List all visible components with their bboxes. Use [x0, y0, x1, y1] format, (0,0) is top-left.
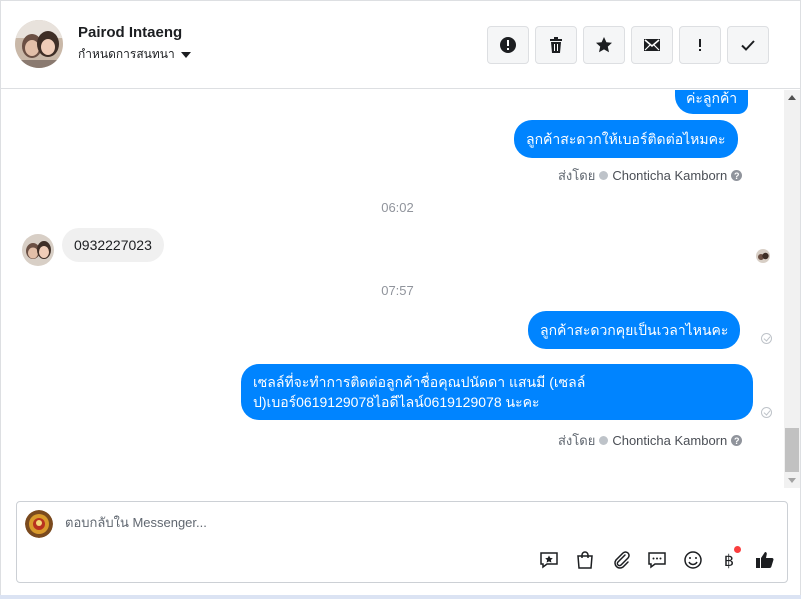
page-avatar: [25, 510, 53, 538]
conversation-actions-toolbar: [487, 26, 769, 64]
chat-bubble-icon: [648, 552, 666, 569]
chat-template-button[interactable]: [645, 548, 669, 572]
saved-reply-button[interactable]: [537, 548, 561, 572]
message-line: ป)เบอร์0619129078ไอดีไลน์0619129078 นะคะ: [253, 394, 540, 410]
contact-avatar-small[interactable]: [22, 234, 54, 266]
emoji-button[interactable]: [681, 548, 705, 572]
sent-by-label: ส่งโดย Chonticha Kamborn ?: [558, 430, 743, 451]
caret-down-icon: [180, 51, 191, 58]
assign-conversation-dropdown[interactable]: กำหนดการสนทนา: [78, 45, 191, 64]
follow-up-button[interactable]: [679, 26, 721, 64]
assign-label: กำหนดการสนทนา: [78, 47, 175, 61]
star-icon: [596, 37, 612, 53]
message-line: เซลล์ที่จะทำการติดต่อลูกค้าชื่อคุณปนัดดา…: [253, 374, 586, 390]
delivered-check-icon: [761, 407, 772, 418]
attach-file-button[interactable]: [609, 548, 633, 572]
sent-check-icon: [599, 436, 609, 445]
timestamp-divider: 06:02: [381, 200, 414, 215]
star-button[interactable]: [583, 26, 625, 64]
exclamation-icon: [699, 39, 701, 51]
emoji-icon: [684, 551, 702, 569]
scrollbar-thumb[interactable]: [785, 428, 799, 472]
scroll-up-arrow-icon[interactable]: [788, 95, 796, 100]
message-bubble-incoming[interactable]: 0932227023: [62, 228, 164, 262]
thread-scrollbar[interactable]: [784, 90, 800, 488]
scroll-down-arrow-icon[interactable]: [788, 478, 796, 483]
composer-toolbar: ฿: [537, 546, 777, 572]
bottom-border: [0, 595, 801, 599]
check-icon: [741, 40, 755, 51]
paperclip-icon: [614, 551, 630, 569]
contact-avatar[interactable]: [15, 20, 63, 68]
mark-unread-button[interactable]: [631, 26, 673, 64]
svg-text:฿: ฿: [724, 551, 734, 570]
saved-reply-icon: [540, 552, 558, 569]
message-bubble-outgoing[interactable]: เซลล์ที่จะทำการติดต่อลูกค้าชื่อคุณปนัดดา…: [241, 364, 753, 420]
sent-check-icon: [599, 171, 609, 180]
message-thread[interactable]: ค่ะลูกค้า ลูกค้าสะดวกให้เบอร์ติดต่อไหมคะ…: [1, 90, 784, 488]
envelope-icon: [644, 39, 660, 51]
mark-spam-button[interactable]: [487, 26, 529, 64]
notification-dot: [734, 546, 741, 553]
inbox-conversation-panel: Pairod Intaeng กำหนดการสนทนา ค่ะลูกค้า ล…: [0, 0, 801, 597]
thumbs-up-icon: [756, 552, 774, 569]
message-bubble-outgoing[interactable]: ลูกค้าสะดวกคุยเป็นเวลาไหนคะ: [528, 311, 741, 349]
shop-button[interactable]: [573, 548, 597, 572]
baht-payment-icon: ฿: [724, 551, 734, 570]
agent-name[interactable]: Chonticha Kamborn: [612, 168, 727, 183]
help-icon[interactable]: ?: [731, 435, 743, 446]
sent-by-prefix: ส่งโดย: [558, 433, 596, 448]
reply-composer: ฿: [16, 501, 788, 583]
sent-by-prefix: ส่งโดย: [558, 168, 596, 183]
reply-input[interactable]: [65, 515, 665, 530]
delete-button[interactable]: [535, 26, 577, 64]
done-button[interactable]: [727, 26, 769, 64]
alert-circle-icon: [500, 37, 516, 53]
seen-avatar: [756, 249, 770, 263]
like-button[interactable]: [753, 548, 777, 572]
message-bubble-outgoing[interactable]: ลูกค้าสะดวกให้เบอร์ติดต่อไหมคะ: [514, 120, 738, 158]
message-bubble-outgoing[interactable]: ค่ะลูกค้า: [675, 90, 749, 114]
help-icon[interactable]: ?: [731, 170, 743, 181]
agent-name[interactable]: Chonticha Kamborn: [612, 433, 727, 448]
delivered-check-icon: [761, 333, 772, 344]
payment-button[interactable]: ฿: [717, 546, 741, 572]
contact-name[interactable]: Pairod Intaeng: [78, 24, 182, 41]
timestamp-divider: 07:57: [381, 283, 414, 298]
shop-bag-icon: [577, 551, 593, 569]
conversation-header: Pairod Intaeng กำหนดการสนทนา: [1, 1, 800, 89]
trash-icon: [550, 37, 562, 53]
sent-by-label: ส่งโดย Chonticha Kamborn ?: [558, 165, 743, 186]
